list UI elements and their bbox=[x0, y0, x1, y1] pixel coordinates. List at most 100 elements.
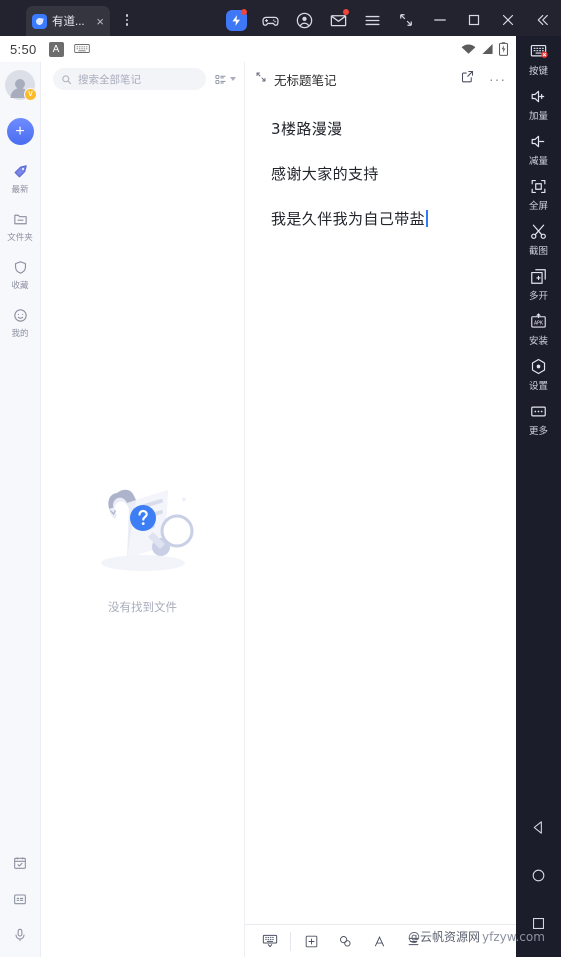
note-editor-header: 无标题笔记 ··· bbox=[245, 62, 516, 96]
new-note-button[interactable]: + bbox=[6, 118, 34, 145]
sidebar-button-multi-instance-label: 多开 bbox=[528, 291, 548, 302]
status-indicators bbox=[461, 42, 508, 56]
keymapping-icon bbox=[530, 44, 548, 58]
double-chevron-left-icon bbox=[537, 14, 548, 26]
share-export-icon[interactable] bbox=[460, 69, 475, 89]
collapse-arrows-icon[interactable] bbox=[255, 70, 267, 88]
smiley-icon bbox=[13, 309, 27, 322]
gamepad-icon bbox=[261, 16, 279, 26]
microphone-icon bbox=[15, 928, 25, 942]
maximize-button[interactable] bbox=[463, 9, 485, 31]
gamepad-button[interactable] bbox=[259, 9, 281, 31]
emulator-sidebar: 按键 加量 减量 全屏 截图 多开 APK 安装 设置 更多 bbox=[516, 36, 561, 957]
hide-keyboard-button[interactable] bbox=[253, 934, 287, 948]
scissors-screenshot-icon bbox=[531, 224, 546, 239]
font-style-button[interactable] bbox=[362, 934, 396, 949]
search-input[interactable]: 搜索全部笔记 bbox=[53, 68, 206, 90]
note-more-button[interactable]: ··· bbox=[489, 72, 506, 86]
sidebar-item-favorites[interactable]: 收藏 bbox=[0, 259, 41, 291]
keyboard-icon bbox=[73, 42, 90, 57]
search-placeholder: 搜索全部笔记 bbox=[78, 73, 141, 86]
hamburger-menu-icon bbox=[364, 15, 380, 25]
app-content: V + 最新 文件夹 收藏 我的 搜索全部笔记 没有找到文件 无标题笔记 ···… bbox=[0, 62, 516, 957]
sidebar-button-screenshot-label: 截图 bbox=[528, 246, 548, 257]
tag-icon bbox=[14, 165, 27, 178]
maximize-icon bbox=[468, 14, 480, 26]
sidebar-item-folders[interactable]: 文件夹 bbox=[0, 211, 41, 243]
note-body[interactable]: 3楼路漫漫 感谢大家的支持 我是久伴我为自己带盐 bbox=[245, 96, 516, 924]
sidebar-item-mine[interactable]: 我的 bbox=[0, 307, 41, 339]
sidebar-button-volume-up[interactable]: 加量 bbox=[516, 87, 561, 122]
empty-state: 没有找到文件 bbox=[41, 96, 244, 957]
android-back-button[interactable] bbox=[530, 819, 547, 841]
sidebar-button-settings-label: 设置 bbox=[528, 381, 548, 392]
watermark: @云帆资源网 yfzyw.com bbox=[408, 928, 545, 945]
sidebar-button-volume-down[interactable]: 减量 bbox=[516, 132, 561, 167]
android-home-icon bbox=[532, 869, 545, 882]
app-tab-label: 有道... bbox=[52, 16, 85, 28]
sidebar-button-screenshot[interactable]: 截图 bbox=[516, 222, 561, 257]
account-circle-icon bbox=[296, 12, 312, 28]
close-tab-button[interactable]: × bbox=[96, 15, 104, 28]
shrink-window-button[interactable] bbox=[395, 9, 417, 31]
sidebar-item-folders-label: 文件夹 bbox=[7, 232, 33, 242]
note-line: 3楼路漫漫 bbox=[271, 120, 343, 138]
sidebar-button-keymapping[interactable]: 按键 bbox=[516, 42, 561, 77]
emulator-window: 有道... × 5:50 A V + 最新 文件夹 收藏 我的 搜索全部笔记 没… bbox=[0, 0, 561, 957]
sidebar-button-settings[interactable]: 设置 bbox=[516, 357, 561, 392]
sidebar-item-mine-label: 我的 bbox=[11, 328, 29, 338]
sidebar-item-favorites-label: 收藏 bbox=[11, 280, 29, 290]
youdao-note-icon bbox=[32, 13, 47, 29]
battery-charging-icon bbox=[499, 42, 508, 56]
rail-bottom-tools bbox=[12, 855, 28, 957]
shield-icon bbox=[14, 261, 26, 274]
sidebar-item-recent[interactable]: 最新 bbox=[0, 163, 41, 195]
signal-icon bbox=[482, 43, 493, 55]
close-window-button[interactable] bbox=[497, 9, 519, 31]
note-line: 感谢大家的支持 bbox=[271, 165, 379, 183]
vip-badge: V bbox=[24, 88, 37, 101]
volume-up-icon bbox=[531, 90, 545, 103]
close-icon bbox=[502, 14, 514, 26]
sidebar-button-multi-instance[interactable]: 多开 bbox=[516, 267, 561, 302]
android-statusbar: 5:50 A bbox=[0, 36, 516, 62]
sidebar-button-more[interactable]: 更多 bbox=[516, 402, 561, 437]
view-toggle-button[interactable] bbox=[214, 73, 236, 86]
sidebar-button-install-apk-label: 安装 bbox=[528, 336, 548, 347]
settings-gear-icon bbox=[531, 358, 546, 375]
android-back-icon bbox=[533, 821, 542, 834]
avatar[interactable]: V bbox=[5, 70, 37, 101]
menu-button[interactable] bbox=[361, 9, 383, 31]
sidebar-button-volume-down-label: 减量 bbox=[528, 156, 548, 167]
minimize-button[interactable] bbox=[429, 9, 451, 31]
chevron-down-icon bbox=[230, 77, 236, 81]
account-button[interactable] bbox=[293, 9, 315, 31]
multi-instance-icon bbox=[531, 269, 546, 284]
note-title[interactable]: 无标题笔记 bbox=[274, 70, 337, 89]
sidebar-button-more-label: 更多 bbox=[528, 426, 548, 437]
watermark-cn: @云帆资源网 bbox=[408, 930, 481, 944]
boost-button[interactable] bbox=[225, 9, 247, 31]
mail-button[interactable] bbox=[327, 9, 349, 31]
fullscreen-icon bbox=[531, 179, 546, 194]
tab-menu-button[interactable] bbox=[120, 12, 134, 28]
attachment-button[interactable] bbox=[328, 934, 362, 949]
phone-screen: 5:50 A V + 最新 文件夹 收藏 我的 搜索全部笔记 没有找到文件 无标… bbox=[0, 36, 516, 957]
app-tab[interactable]: 有道... × bbox=[26, 6, 110, 36]
sidebar-item-recent-label: 最新 bbox=[11, 184, 29, 194]
volume-down-icon bbox=[531, 135, 545, 148]
search-icon bbox=[62, 74, 72, 84]
android-home-button[interactable] bbox=[530, 867, 547, 889]
watermark-en: yfzyw.com bbox=[482, 929, 545, 944]
collapse-sidebar-button[interactable] bbox=[531, 9, 553, 31]
window-titlebar: 有道... × bbox=[0, 0, 561, 36]
sidebar-button-install-apk[interactable]: APK 安装 bbox=[516, 312, 561, 347]
ime-indicator: A bbox=[48, 41, 64, 57]
boost-badge bbox=[241, 9, 247, 15]
empty-state-label: 没有找到文件 bbox=[108, 602, 177, 614]
insert-button[interactable] bbox=[294, 934, 328, 949]
note-line-active: 我是久伴我为自己带盐 bbox=[271, 208, 498, 229]
sidebar-button-fullscreen[interactable]: 全屏 bbox=[516, 177, 561, 212]
status-time: 5:50 bbox=[10, 41, 37, 57]
window-controls bbox=[225, 9, 561, 31]
